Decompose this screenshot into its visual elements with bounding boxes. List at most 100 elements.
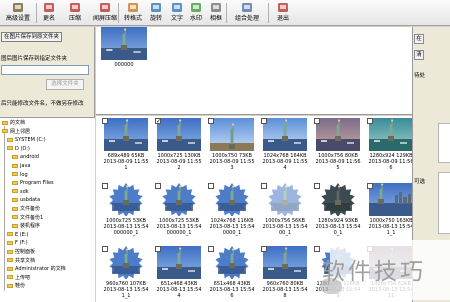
thumbnail-item[interactable]: 1000x756 56KB 2013-08-13 15:54 00_1 [257, 181, 309, 246]
thumbnail-item[interactable]: 1000x756 80KB 2013-08-09 11:56 5 [310, 116, 362, 181]
thumbnail-image[interactable] [210, 183, 254, 216]
toolbar-button-10[interactable]: 组合处理 [230, 1, 264, 25]
tree-item[interactable]: java [12, 163, 30, 170]
tree-item[interactable]: 文件备份1 [12, 215, 43, 222]
tree-item-label: 网上邻居 [10, 128, 31, 135]
tree-item[interactable]: SYSTEM (C:) [7, 137, 46, 144]
tree-item-label: E (E:) [15, 231, 29, 238]
toolbar-button-5[interactable]: 转格式 [122, 1, 144, 25]
toolbar-button-1[interactable]: 高级设置 [1, 1, 35, 25]
toolbar-button-3[interactable]: 压缩 [64, 1, 86, 25]
thumbnail-image[interactable] [316, 183, 360, 216]
thumbnail-image[interactable] [316, 118, 360, 151]
thumbnail-checkbox[interactable] [261, 118, 267, 124]
toolbar-button-label: 文字 [170, 15, 183, 22]
thumbnail-image[interactable] [210, 246, 254, 279]
toolbar-button-8[interactable]: 水印 [187, 1, 205, 25]
tree-item[interactable]: 上传吧 [7, 275, 30, 282]
thumbnail-item[interactable]: ✓ 1000x725 130KB 2013-08-09 11:55 2 [151, 116, 203, 181]
thumbnail-checkbox[interactable] [208, 183, 214, 189]
thumbnail-image[interactable] [104, 118, 148, 151]
thumbnail-image[interactable] [263, 183, 307, 216]
toolbar-button-11[interactable]: 退出 [272, 1, 294, 25]
thumbnail-checkbox[interactable] [314, 246, 320, 252]
thumbnail-checkbox[interactable] [102, 246, 108, 252]
right-list-box[interactable] [438, 123, 450, 163]
thumbnail-checkbox[interactable] [367, 118, 373, 124]
thumbnail-checkbox[interactable] [208, 118, 214, 124]
thumbnail-item[interactable]: 1024x768 164KB 2013-08-09 11:55 4 [257, 116, 309, 181]
tree-item-label: java [20, 163, 31, 169]
keep-name-label[interactable]: 后只能修改文件名，不做另存修改 [1, 99, 84, 107]
save-original-button[interactable]: 在图片保存到原文件夹 [1, 32, 63, 42]
selected-image-thumbnail[interactable] [101, 27, 147, 60]
thumbnail-checkbox[interactable] [102, 118, 108, 124]
thumbnail-image[interactable] [104, 183, 148, 216]
thumbnail-image[interactable] [263, 246, 307, 279]
tree-item[interactable]: usbdata [12, 197, 40, 204]
thumbnail-checkbox[interactable] [367, 183, 373, 189]
thumbnail-image[interactable] [157, 246, 201, 279]
toolbar-button-7[interactable]: 文字 [167, 1, 187, 25]
toolbar-button-2[interactable]: 更名 [38, 1, 60, 25]
tree-item[interactable]: sdk [12, 189, 29, 196]
thumbnail-item[interactable]: 960x760 80KB 2013-08-13 15:54 8 [257, 244, 309, 302]
thumbnail-image[interactable] [263, 118, 307, 151]
tree-item[interactable]: 文件备份 [12, 206, 40, 213]
thumbnail-name: 1_1 [386, 230, 396, 236]
folder-path-input[interactable] [1, 65, 89, 75]
thumbnail-item[interactable]: 1280x924 129KB 2013-08-09 11:56 6 [363, 116, 412, 181]
thumbnail-checkbox[interactable] [314, 183, 320, 189]
tree-item[interactable]: 装机程序 [12, 223, 40, 230]
thumbnail-item[interactable]: 960x760 107KB 2013-08-13 15:54 1_1 [98, 244, 150, 302]
thumbnail-item[interactable]: 1000x750 163KB 2013-08-13 15:54 1_1 [363, 181, 412, 246]
thumbnail-item[interactable]: 689x489 65KB 2013-08-09 11:55 1 [98, 116, 150, 181]
tree-item[interactable]: 共享文档 [7, 258, 35, 265]
thumbnail-checkbox[interactable] [208, 246, 214, 252]
thumbnail-image[interactable] [157, 118, 201, 151]
toolbar-button-9[interactable]: 相框 [206, 1, 226, 25]
thumbnail-checkbox[interactable] [261, 246, 267, 252]
thumbnail-checkbox[interactable] [261, 183, 267, 189]
folder-tree[interactable]: 的文档 网上邻居 SYSTEM (C:) D (D:) android java log Pr… [0, 117, 95, 302]
right-button-2[interactable]: 清 [414, 50, 424, 60]
tree-item[interactable]: log [12, 172, 28, 179]
right-options-box[interactable] [438, 172, 450, 234]
thumbnail-image[interactable] [369, 118, 412, 151]
tree-item[interactable]: 控制面板 [7, 249, 35, 256]
selected-image-caption: 000000 [114, 62, 134, 68]
thumbnail-image[interactable] [157, 183, 201, 216]
save-to-folder-label[interactable]: 图后图片保存到指定文件夹 [1, 54, 67, 62]
tree-item[interactable]: E (E:) [7, 232, 29, 239]
tree-item[interactable]: 的文档 [2, 120, 25, 127]
tree-item[interactable]: Administrator 的文档 [7, 266, 66, 273]
tree-item[interactable]: 网上邻居 [2, 129, 30, 136]
thumbnail-image[interactable] [210, 118, 254, 151]
tree-item[interactable]: android [12, 154, 39, 161]
thumbnail-item[interactable]: 1000x725 53KB 2013-08-13 15:54 000000_1 [98, 181, 150, 246]
thumbnail-caption: 651x468 43KB 2013-08-13 15:54 6 [204, 281, 260, 299]
right-button-1[interactable]: 在 [414, 34, 424, 44]
tree-item[interactable]: 鞋份 [7, 283, 25, 290]
thumbnail-item[interactable]: 1024x768 116KB 2013-08-13 15:54 0000_1 [204, 181, 256, 246]
thumbnail-item[interactable]: 1000x725 53KB 2013-08-13 15:54 000000_1 [151, 181, 203, 246]
toolbar-button-4[interactable]: 闻屏压缩 [90, 1, 120, 25]
thumbnail-caption: 1024x768 164KB 2013-08-09 11:55 4 [257, 153, 313, 171]
toolbar-button-6[interactable]: 旋转 [146, 1, 166, 25]
folder-icon [7, 146, 13, 151]
thumbnail-image[interactable] [104, 246, 148, 279]
tree-item[interactable]: Program Files [12, 180, 54, 187]
tree-item[interactable]: F (F:) [7, 240, 28, 247]
browse-folder-button[interactable]: 选择文件夹 [46, 79, 84, 90]
thumbnail-item[interactable]: 1280x924 93KB 2013-08-13 15:54 0_1 [310, 181, 362, 246]
thumbnail-checkbox[interactable] [155, 183, 161, 189]
thumbnail-item[interactable]: 651x468 43KB 2013-08-13 15:54 4 [151, 244, 203, 302]
thumbnail-checkbox[interactable]: ✓ [155, 118, 161, 125]
thumbnail-checkbox[interactable] [102, 183, 108, 189]
tree-item[interactable]: D (D:) [7, 146, 30, 153]
thumbnail-item[interactable]: 1000x750 73KB 2013-08-09 11:55 3 [204, 116, 256, 181]
thumbnail-item[interactable]: 651x468 43KB 2013-08-13 15:54 6 [204, 244, 256, 302]
thumbnail-checkbox[interactable] [155, 246, 161, 252]
thumbnail-checkbox[interactable] [314, 118, 320, 124]
thumbnail-image[interactable] [369, 183, 412, 216]
